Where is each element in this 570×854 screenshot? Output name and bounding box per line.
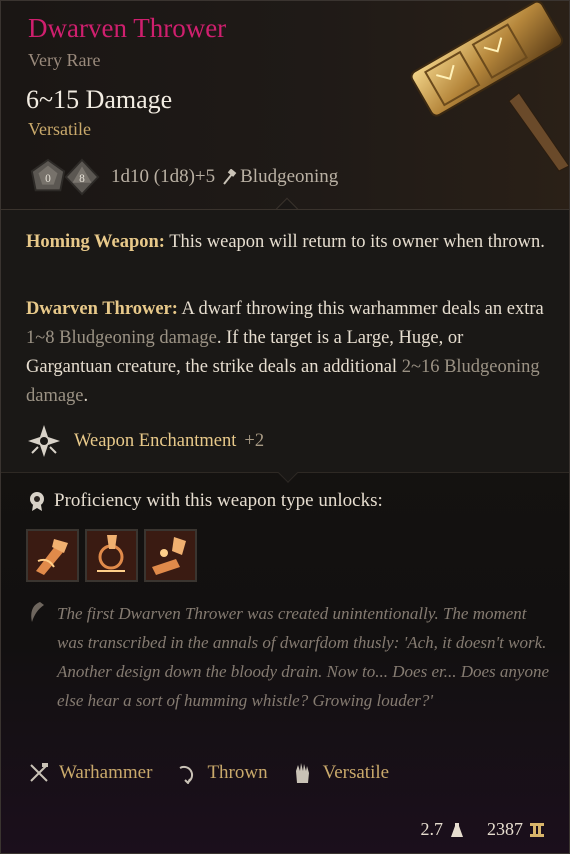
dice-row: 0 8 1d10 (1d8)+5 Bludgeoning — [29, 157, 338, 197]
action-art — [87, 531, 136, 580]
gold-icon — [530, 822, 544, 837]
homing-weapon-effect: Homing Weapon: This weapon will return t… — [26, 228, 546, 257]
warhammer-art-icon — [410, 1, 569, 172]
weight-value: 2.7 — [420, 819, 444, 839]
die-label: 8 — [79, 173, 85, 185]
bludgeoning-icon — [223, 169, 237, 185]
tooltip-header: Dwarven Thrower Very Rare 6~15 Damage Ve… — [1, 1, 569, 211]
proficiency-unlocks: Proficiency with this weapon type unlock… — [28, 490, 383, 512]
tag-thrown[interactable]: Thrown — [176, 762, 268, 784]
item-tooltip: Dwarven Thrower Very Rare 6~15 Damage Ve… — [0, 0, 570, 854]
damage-range: 6~15 Damage — [26, 85, 173, 114]
tag-label: Warhammer — [59, 762, 153, 783]
die-label: 0 — [45, 173, 51, 185]
concussive-smash-icon[interactable] — [85, 529, 138, 582]
tag-label: Versatile — [322, 762, 390, 783]
weight-icon — [451, 822, 463, 837]
proficiency-icon — [30, 492, 44, 511]
weapon-enchantment[interactable]: Weapon Enchantment +2 — [26, 423, 264, 459]
weight: 2.7 — [421, 819, 466, 840]
tag-label: Thrown — [207, 762, 268, 783]
d10-die-icon: 0 — [30, 158, 66, 192]
tag-versatile[interactable]: Versatile — [292, 761, 389, 785]
thrown-icon — [179, 765, 194, 784]
dwarven-thrower-effect: Dwarven Thrower: A dwarf throwing this w… — [26, 295, 546, 411]
effect-text: This weapon will return to its owner whe… — [164, 232, 545, 252]
quill-icon — [31, 602, 44, 622]
warhammer-icon — [30, 763, 48, 782]
proficiency-label: Proficiency with this weapon type unlock… — [54, 490, 383, 511]
gold-amount: 2387 — [487, 819, 523, 839]
item-name: Dwarven Thrower — [28, 13, 227, 43]
enchantment-label: Weapon Enchantment — [74, 430, 237, 451]
dice-formula: 1d10 (1d8)+5 — [111, 166, 216, 187]
damage-type: Bludgeoning — [240, 166, 339, 187]
effect-text: . — [83, 386, 89, 406]
gold-value: 2387 — [487, 819, 545, 840]
enchantment-value: +2 — [244, 430, 265, 451]
lore-text: The first Dwarven Thrower was created un… — [57, 604, 550, 710]
hand-icon — [295, 763, 309, 783]
effect-name: Dwarven Thrower: — [26, 299, 178, 319]
action-art — [146, 531, 195, 580]
tag-warhammer[interactable]: Warhammer — [28, 762, 152, 784]
d8-die-icon: 8 — [64, 158, 100, 196]
extra-damage: 1~8 Bludgeoning damage — [26, 328, 217, 348]
cleave-action-icon[interactable] — [26, 529, 79, 582]
effects-section: Homing Weapon: This weapon will return t… — [1, 209, 569, 473]
action-art — [28, 531, 77, 580]
tooltip-footer: 2.7 2387 — [399, 819, 546, 840]
effect-name: Homing Weapon: — [26, 232, 165, 252]
effect-text: A dwarf throwing this warhammer deals an… — [177, 299, 544, 319]
unlocked-actions — [26, 529, 203, 582]
dice-formula-row: 1d10 (1d8)+5 Bludgeoning — [111, 166, 338, 188]
weapon-tags: Warhammer Thrown Versatile — [28, 761, 413, 785]
item-rarity: Very Rare — [28, 50, 101, 70]
topple-action-icon[interactable] — [144, 529, 197, 582]
weapon-property: Versatile — [28, 119, 91, 139]
enchantment-icon — [28, 425, 60, 457]
